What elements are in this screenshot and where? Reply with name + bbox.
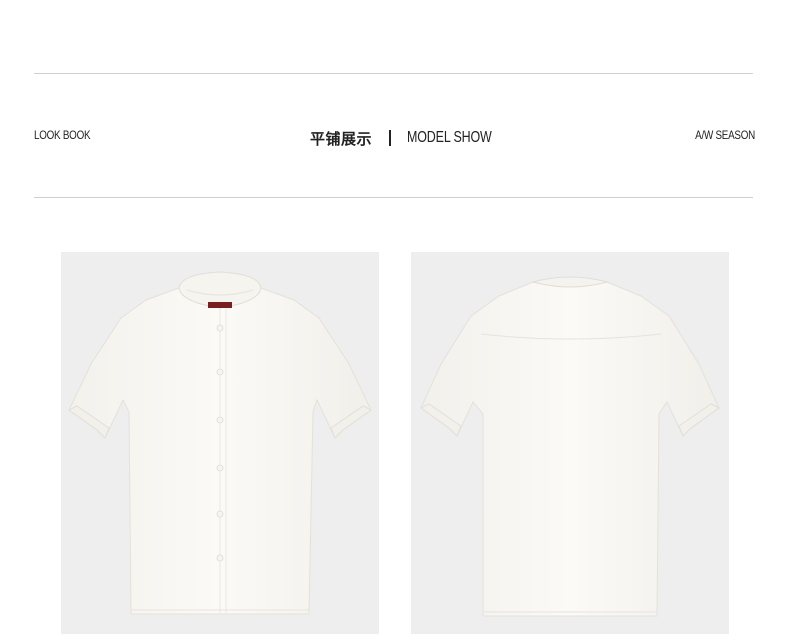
shirt-back-image (420, 276, 720, 617)
season-label: A/W SEASON (695, 128, 755, 142)
shirt-back-photo (411, 252, 729, 634)
shirt-front-photo (61, 252, 379, 634)
section-title-cn: 平铺展示 (310, 129, 373, 148)
bottom-divider (34, 197, 753, 198)
section-title-en: MODEL SHOW (407, 129, 492, 146)
section-title: 平铺展示 MODEL SHOW (310, 126, 516, 150)
top-divider (34, 73, 753, 74)
lookbook-label: LOOK BOOK (34, 128, 91, 142)
shirt-front-image (68, 271, 372, 615)
title-separator (389, 130, 392, 146)
